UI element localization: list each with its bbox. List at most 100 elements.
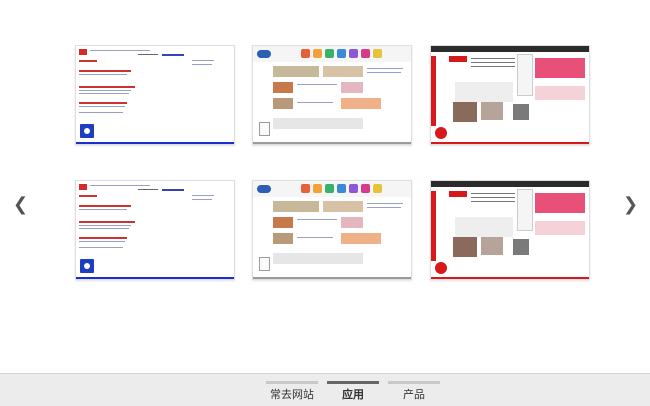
- app-icon: [337, 49, 346, 58]
- mini-nav: [471, 62, 515, 63]
- mini-banner: [535, 58, 585, 78]
- document-icon: [259, 122, 270, 136]
- mini-image: [273, 233, 293, 244]
- paw-icon: [80, 259, 94, 273]
- app-icon: [361, 49, 370, 58]
- mini-text: [367, 68, 403, 69]
- app-icon: [337, 184, 346, 193]
- mini-image: [273, 98, 293, 109]
- mini-result-title: [79, 195, 97, 197]
- mini-image: [273, 82, 293, 93]
- site-logo: [79, 184, 87, 190]
- tab-label: 常去网站: [270, 388, 314, 401]
- document-icon: [259, 257, 270, 271]
- mini-nav: [471, 201, 515, 202]
- mini-side-text: [192, 195, 214, 196]
- mini-text: [367, 203, 403, 204]
- mini-nav: [90, 50, 150, 51]
- thumbnail-accent-bar: [253, 142, 411, 144]
- mini-image: [455, 82, 513, 102]
- app-icon: [313, 49, 322, 58]
- mini-image: [455, 217, 513, 237]
- paw-icon: [80, 124, 94, 138]
- mini-result-title: [162, 54, 184, 56]
- thumbnail-accent-bar: [431, 277, 589, 279]
- mini-image: [323, 66, 363, 77]
- mini-nav: [471, 197, 515, 198]
- app-icon: [361, 184, 370, 193]
- mini-result-title: [79, 205, 131, 207]
- site-thumbnail-hao[interactable]: [252, 180, 412, 280]
- mini-result-title: [162, 189, 184, 191]
- site-logo: [257, 185, 271, 193]
- mini-side-text: [192, 64, 212, 65]
- mini-image: [513, 104, 529, 120]
- mini-nav: [471, 66, 515, 67]
- site-thumbnail-baidu[interactable]: [75, 45, 235, 145]
- mini-image: [535, 221, 585, 235]
- site-logo: [449, 191, 467, 197]
- mini-result-title: [79, 70, 131, 72]
- mini-result-title: [79, 60, 97, 62]
- mini-image: [513, 239, 529, 255]
- mini-dropdown: [517, 189, 533, 231]
- app-grid: ❮ ❯: [0, 0, 650, 373]
- mini-image: [341, 217, 363, 228]
- mini-sidebar: [431, 56, 436, 126]
- app-icon: [349, 49, 358, 58]
- mini-text: [367, 207, 401, 208]
- mini-result-text: [79, 90, 131, 91]
- mini-searchbox: [138, 54, 158, 55]
- mini-dropdown: [517, 54, 533, 96]
- thumbnail-accent-bar: [76, 142, 234, 144]
- tab-indicator: [327, 381, 379, 384]
- chevron-left-icon[interactable]: ❮: [13, 194, 28, 216]
- app-icon: [301, 184, 310, 193]
- mini-side-text: [192, 60, 214, 61]
- mini-image: [341, 233, 381, 244]
- tab-frequent-sites[interactable]: 常去网站: [266, 374, 318, 406]
- chevron-right-icon[interactable]: ❯: [623, 194, 638, 216]
- logo-mark-icon: [435, 262, 447, 274]
- mini-result-text: [79, 228, 129, 229]
- app-icon: [313, 184, 322, 193]
- app-icon: [373, 49, 382, 58]
- mini-banner: [535, 193, 585, 213]
- mini-result-text: [79, 106, 125, 107]
- mini-nav: [471, 193, 515, 194]
- app-icon: [301, 49, 310, 58]
- site-thumbnail-163[interactable]: [430, 45, 590, 145]
- mini-result-text: [79, 225, 131, 226]
- site-logo: [257, 50, 271, 58]
- mini-image: [273, 253, 363, 264]
- mini-text: [367, 72, 401, 73]
- app-icon: [349, 184, 358, 193]
- app-icon: [325, 49, 334, 58]
- thumbnail-accent-bar: [431, 142, 589, 144]
- mini-searchbox: [138, 189, 158, 190]
- mini-result-text: [79, 247, 123, 248]
- mini-image: [273, 217, 293, 228]
- logo-mark-icon: [435, 127, 447, 139]
- mini-topbar: [431, 46, 589, 52]
- mini-text: [297, 237, 333, 238]
- site-thumbnail-hao[interactable]: [252, 45, 412, 145]
- mini-result-text: [79, 241, 125, 242]
- tab-indicator: [266, 381, 318, 384]
- mini-image: [323, 201, 363, 212]
- site-thumbnail-baidu[interactable]: [75, 180, 235, 280]
- mini-image: [453, 237, 477, 257]
- site-thumbnail-163[interactable]: [430, 180, 590, 280]
- mini-image: [341, 98, 381, 109]
- mini-image: [481, 237, 503, 255]
- mini-side-text: [192, 199, 212, 200]
- mini-result-text: [79, 74, 127, 75]
- mini-image: [453, 102, 477, 122]
- mini-nav: [90, 185, 150, 186]
- mini-result-title: [79, 86, 135, 88]
- mini-sidebar: [431, 191, 436, 261]
- tab-products[interactable]: 产品: [388, 374, 440, 406]
- tab-apps[interactable]: 应用: [327, 374, 379, 406]
- mini-image: [481, 102, 503, 120]
- mini-result-text: [79, 112, 123, 113]
